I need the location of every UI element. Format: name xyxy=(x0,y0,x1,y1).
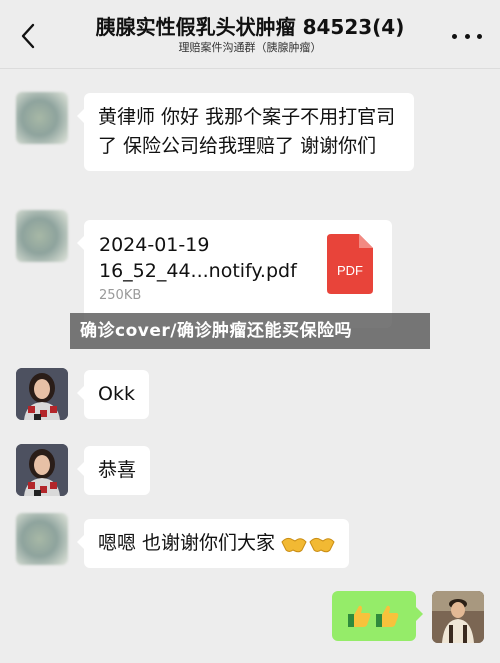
message-text: 黄律师 你好 我那个案子不用打官司了 保险公司给我理赔了 谢谢你们 xyxy=(98,106,396,157)
message-text: 嗯嗯 也谢谢你们大家 xyxy=(98,532,276,554)
file-size: 250KB xyxy=(99,288,142,303)
message-text: Okk xyxy=(98,383,135,405)
message-bubble-incoming[interactable]: 恭喜 xyxy=(76,446,151,495)
avatar[interactable] xyxy=(16,210,68,262)
pdf-file-icon: PDF xyxy=(327,234,373,294)
chat-title: 胰腺实性假乳头状肿瘤 84523(4) xyxy=(95,15,405,39)
handshake-icon xyxy=(309,537,335,552)
message-text: 恭喜 xyxy=(98,459,137,481)
more-options-icon[interactable] xyxy=(452,26,482,46)
thumbs-up-icon xyxy=(376,605,399,627)
avatar-woman[interactable] xyxy=(16,368,68,420)
message-bubble-incoming[interactable]: 嗯嗯 也谢谢你们大家 xyxy=(76,519,350,568)
file-name: 2024-01-19 16_52_44...notify.pdf xyxy=(99,234,297,282)
avatar[interactable] xyxy=(16,513,68,565)
avatar-self[interactable] xyxy=(432,591,484,643)
thumbs-up-icon xyxy=(348,605,371,627)
overlay-banner: 确诊cover/确诊肿瘤还能买保险吗 xyxy=(70,313,430,349)
handshake-icon xyxy=(281,537,307,552)
file-message-card[interactable]: 2024-01-19 16_52_44...notify.pdf 250KB P… xyxy=(77,220,392,328)
thumbs-up-emoji-group xyxy=(346,604,400,628)
pdf-type-label: PDF xyxy=(337,263,363,278)
message-bubble-incoming[interactable]: 黄律师 你好 我那个案子不用打官司了 保险公司给我理赔了 谢谢你们 xyxy=(77,93,414,171)
chat-title-block: 胰腺实性假乳头状肿瘤 84523(4) 理赔案件沟通群（胰腺肿瘤） xyxy=(0,15,500,56)
message-bubble-incoming[interactable]: Okk xyxy=(77,370,149,419)
handshake-emoji-group xyxy=(281,533,335,555)
avatar[interactable] xyxy=(16,92,68,144)
message-bubble-outgoing[interactable] xyxy=(332,591,423,641)
chat-header: 胰腺实性假乳头状肿瘤 84523(4) 理赔案件沟通群（胰腺肿瘤） xyxy=(0,0,500,69)
chat-subtitle: 理赔案件沟通群（胰腺肿瘤） xyxy=(178,41,322,54)
avatar-woman[interactable] xyxy=(16,444,68,496)
